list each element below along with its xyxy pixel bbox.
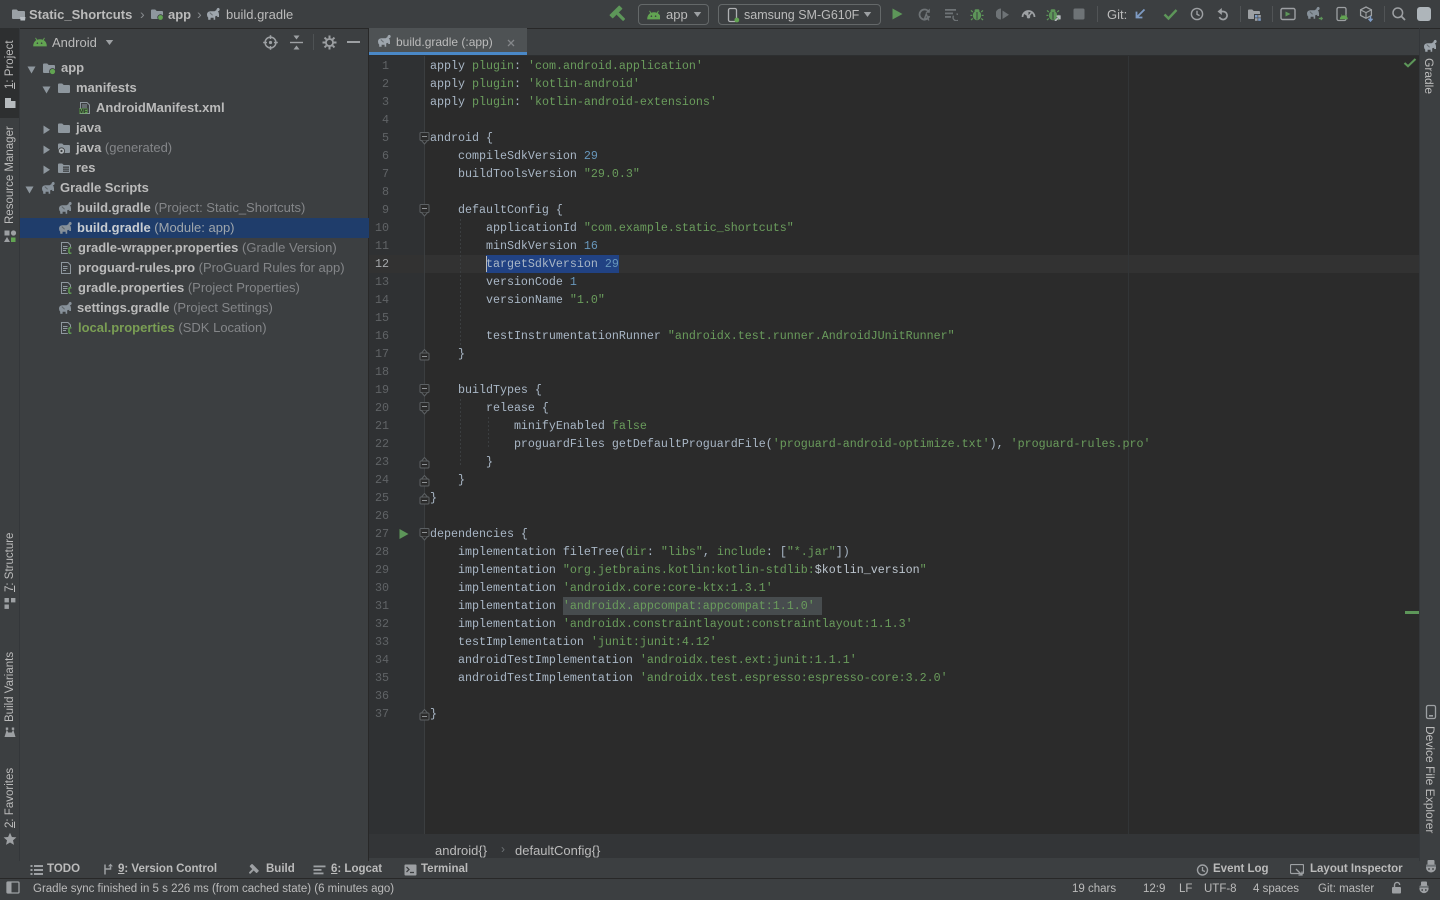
svg-text:MF: MF: [79, 109, 88, 115]
